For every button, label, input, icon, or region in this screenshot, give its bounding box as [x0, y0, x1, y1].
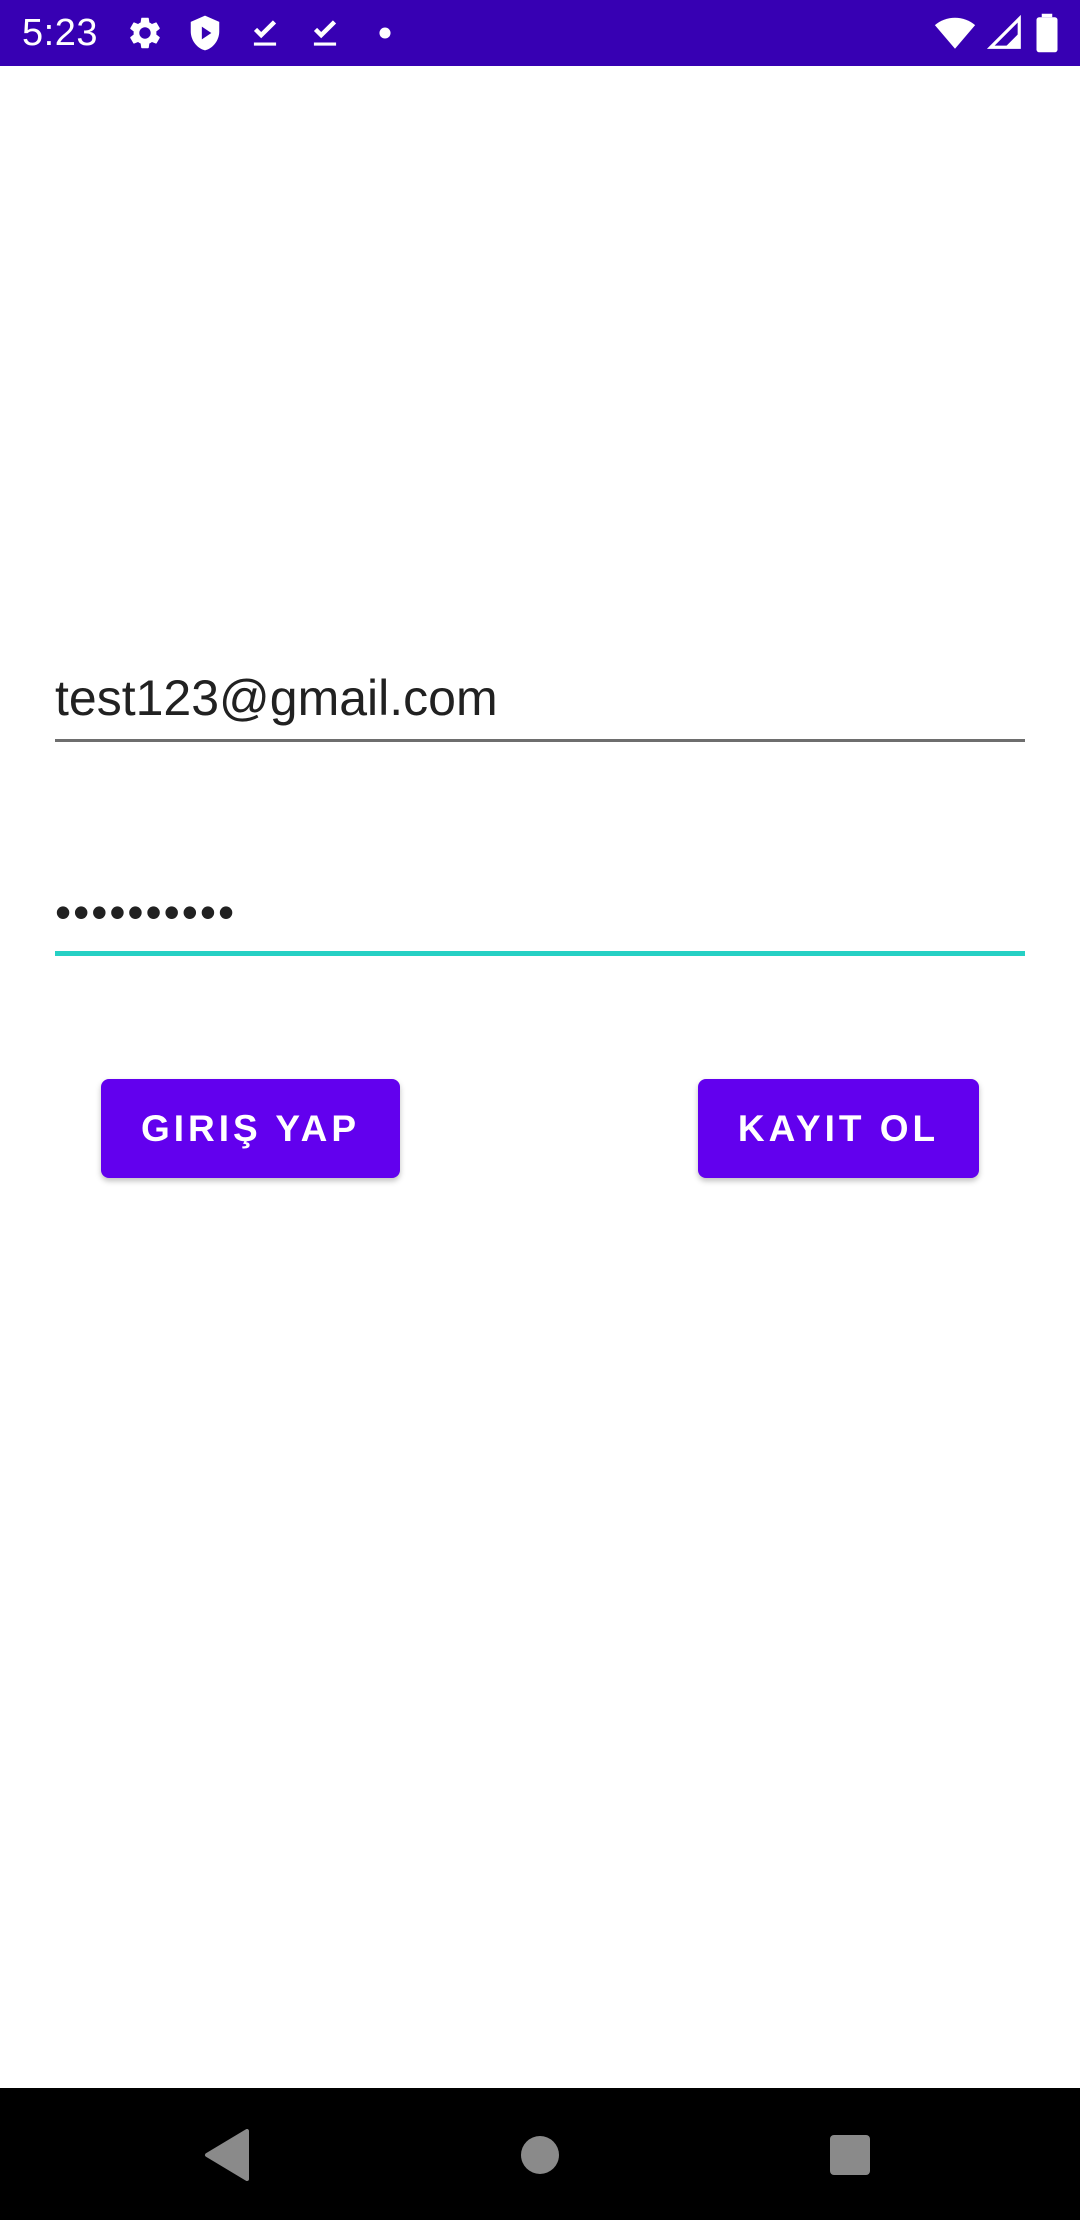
status-time: 5:23	[22, 12, 98, 54]
download-done-icon	[253, 20, 277, 46]
notification-icons	[126, 14, 404, 52]
recents-icon	[830, 2135, 870, 2175]
home-icon	[521, 2136, 559, 2174]
email-field-underline	[55, 739, 1025, 742]
battery-icon	[1036, 13, 1058, 53]
password-field[interactable]: ••••••••••	[55, 870, 1025, 956]
settings-gear-icon	[130, 17, 160, 49]
recents-button[interactable]	[815, 2120, 885, 2190]
login-button[interactable]: GIRIŞ YAP	[101, 1079, 400, 1178]
back-icon	[205, 2129, 249, 2181]
email-field[interactable]: test123@gmail.com	[55, 660, 1025, 742]
home-button[interactable]	[505, 2120, 575, 2190]
wifi-icon	[934, 17, 976, 49]
password-field-underline	[55, 951, 1025, 956]
password-input-value: ••••••••••	[55, 886, 237, 938]
status-bar: 5:23	[0, 0, 1080, 66]
system-icons	[934, 12, 1060, 54]
navigation-bar	[0, 2088, 1080, 2220]
download-done-icon	[313, 20, 337, 46]
register-button[interactable]: KAYIT OL	[698, 1079, 979, 1178]
back-button[interactable]	[192, 2120, 262, 2190]
cell-signal-icon	[986, 14, 1021, 49]
shield-icon	[190, 15, 220, 51]
dot-icon	[379, 27, 391, 39]
login-screen: 5:23 test123@gmail.com •••••••••• GIRIŞ …	[0, 0, 1080, 2220]
email-input-value: test123@gmail.com	[55, 670, 498, 726]
